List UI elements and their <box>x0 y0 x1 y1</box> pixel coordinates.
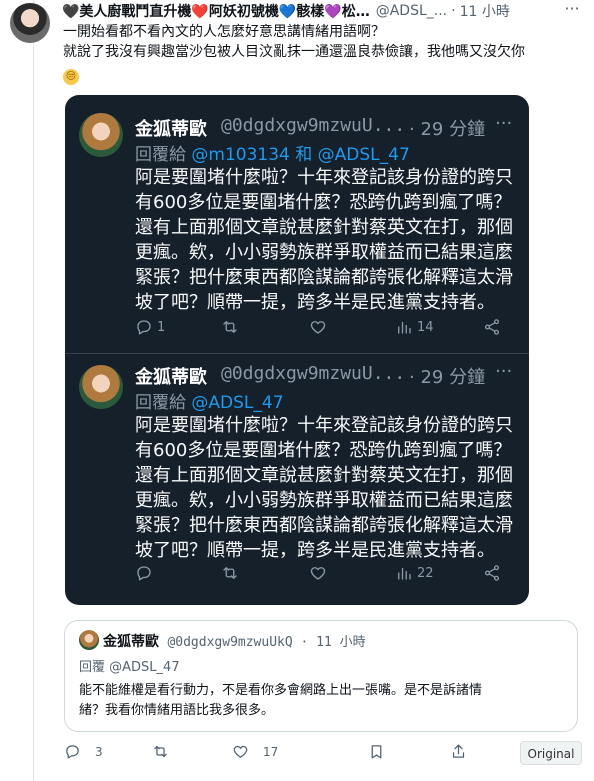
text-line: 還有上面那個文章說甚麼針對蔡英文在打，那個 <box>135 465 513 486</box>
retweet-icon <box>154 745 167 758</box>
text-line: 阿是要圍堵什麼啦？十年來登記該身份證的跨只 <box>135 167 513 188</box>
analytics-icon <box>398 321 411 334</box>
text-line: 緊張？把什麼東西都陰謀論都誇張化解釋這太滑 <box>135 267 513 288</box>
original-button[interactable]: Original <box>520 741 582 765</box>
tweet-actions: 3 17 Original <box>58 741 588 765</box>
text-line: 能不能維權是看行動力，不是看你多會網路上出一張嘴。是不是訴諸情 <box>79 683 483 698</box>
author-handle: @0dgdxgw9mzwuU... <box>221 115 406 136</box>
reply-icon <box>137 566 151 581</box>
view-count: 22 <box>417 565 434 581</box>
author-name: 金狐蒂歐 <box>135 119 207 140</box>
reply-prefix: 回覆 <box>79 660 106 675</box>
tweet-text-line: 就說了我沒有興趣當沙包被人目汶亂抹一通還溫良恭儉讓，我他嗎又沒欠你 <box>63 44 525 60</box>
heart-icon <box>233 745 248 758</box>
divider <box>65 353 529 354</box>
more-icon: ··· <box>495 361 513 382</box>
tweet-header: 🖤美人廚戰鬥直升機❤️阿妖初號機💙骸樣💜松… @ADSL_... · 11 小時 <box>62 1 592 21</box>
author-name: 金狐蒂歐 <box>135 367 207 388</box>
reply-mention: @ADSL_47 <box>109 660 180 675</box>
text-line: 更瘋。欸，小小弱勢族群爭取權益而已結果這麼 <box>135 242 513 263</box>
unamused-emoji: 😒 <box>63 69 79 85</box>
bookmark-button[interactable] <box>368 743 385 760</box>
analytics-icon <box>398 567 411 580</box>
like-button[interactable]: 17 <box>232 743 278 760</box>
text-line: 阿是要圍堵什麼啦？十年來登記該身份證的跨只 <box>135 415 513 436</box>
reply-icon <box>66 745 79 759</box>
reply-icon <box>137 320 151 335</box>
share-icon <box>452 744 465 758</box>
like-action <box>309 318 327 336</box>
screenshot-actions: 1 14 <box>135 318 515 340</box>
quoted-text: 能不能維權是看行動力，不是看你多會網路上出一張嘴。是不是訴諸情 緒？我看你情緒用… <box>79 681 569 721</box>
bookmark-icon <box>371 745 382 759</box>
avatar[interactable] <box>10 3 50 43</box>
text-line: 坡了吧？順帶一提，跨多半是民進黨支持者。 <box>135 292 495 313</box>
share-action <box>483 564 501 582</box>
author-name[interactable]: 🖤美人廚戰鬥直升機❤️阿妖初號機💙骸樣💜松… <box>62 1 370 21</box>
share-button[interactable] <box>450 743 467 760</box>
screenshot-tweet-text: 阿是要圍堵什麼啦？十年來登記該身份證的跨只 有600多位是要圍堵什麼？恐跨仇跨到… <box>135 413 515 563</box>
tweet-text: 一開始看都不看內文的人怎麼好意思講情緒用語啊？ 就說了我沒有興趣當沙包被人目汶亂… <box>63 22 583 85</box>
reply-context: 回覆給 @m103134 和 @ADSL_47 <box>135 140 410 165</box>
text-line: 有600多位是要圍堵什麼？恐跨仇跨到瘋了嗎？ <box>135 192 512 213</box>
embedded-screenshot[interactable]: 金狐蒂歐 @0dgdxgw9mzwuU... · 29 分鐘 ··· 回覆給 @… <box>65 95 529 605</box>
author-name: 金狐蒂歐 <box>103 634 159 650</box>
views-action: 22 <box>395 564 434 582</box>
like-count: 17 <box>263 744 279 759</box>
avatar <box>79 630 99 650</box>
reply-action: 1 <box>135 318 165 336</box>
reply-prefix: 回覆給 <box>135 145 186 165</box>
reply-context: 回覆給 @ADSL_47 <box>135 388 284 413</box>
share-action <box>483 318 501 336</box>
avatar <box>79 113 123 157</box>
text-line: 有600多位是要圍堵什麼？恐跨仇跨到瘋了嗎？ <box>135 440 512 461</box>
heart-icon <box>310 321 326 334</box>
reply-prefix: 回覆給 <box>135 393 186 413</box>
tweet-time: · 29 分鐘 <box>409 367 486 388</box>
more-icon[interactable]: ··· <box>562 1 582 18</box>
retweet-icon <box>223 567 237 579</box>
retweet-action <box>221 318 239 336</box>
screenshot-actions: 22 <box>135 564 515 586</box>
like-action <box>309 564 327 582</box>
views-action: 14 <box>395 318 434 336</box>
tweet-text-line: 一開始看都不看內文的人怎麼好意思講情緒用語啊？ <box>63 24 385 40</box>
retweet-button[interactable] <box>152 743 169 760</box>
author-handle: @0dgdxgw9mzwuUkQ · 11 小時 <box>167 635 366 650</box>
share-icon <box>484 565 500 581</box>
text-line: 更瘋。欸，小小弱勢族群爭取權益而已結果這麼 <box>135 490 513 511</box>
thread-line <box>33 0 34 781</box>
heart-icon <box>310 567 326 580</box>
text-line: 緊張？把什麼東西都陰謀論都誇張化解釋這太滑 <box>135 515 513 536</box>
reply-count: 3 <box>95 744 103 759</box>
reply-count: 1 <box>157 319 166 335</box>
retweet-action <box>221 564 239 582</box>
separator-dot: · <box>451 3 456 19</box>
quoted-tweet[interactable]: 金狐蒂歐 @0dgdxgw9mzwuUkQ · 11 小時 回覆 @ADSL_4… <box>64 620 578 732</box>
author-handle: @0dgdxgw9mzwuU... <box>221 363 406 384</box>
quoted-header: 金狐蒂歐 @0dgdxgw9mzwuUkQ · 11 小時 <box>103 631 366 651</box>
reply-button[interactable]: 3 <box>64 743 103 760</box>
share-icon <box>484 319 500 335</box>
avatar <box>79 365 123 409</box>
view-count: 14 <box>417 319 434 335</box>
more-icon: ··· <box>495 113 513 134</box>
text-line: 還有上面那個文章說甚麼針對蔡英文在打，那個 <box>135 217 513 238</box>
tweet-time[interactable]: 11 小時 <box>460 1 510 21</box>
reply-mentions: @m103134 和 @ADSL_47 <box>191 145 410 165</box>
text-line: 緒？我看你情緒用語比我多很多。 <box>79 703 275 718</box>
reply-action <box>135 564 157 582</box>
tweet-time: · 29 分鐘 <box>409 119 486 140</box>
reply-mentions: @ADSL_47 <box>191 393 284 413</box>
reply-context: 回覆 @ADSL_47 <box>79 656 180 675</box>
text-line: 坡了吧？順帶一提，跨多半是民進黨支持者。 <box>135 540 495 561</box>
retweet-icon <box>223 321 237 333</box>
author-handle[interactable]: @ADSL_... <box>376 3 447 19</box>
screenshot-tweet-text: 阿是要圍堵什麼啦？十年來登記該身份證的跨只 有600多位是要圍堵什麼？恐跨仇跨到… <box>135 165 515 315</box>
